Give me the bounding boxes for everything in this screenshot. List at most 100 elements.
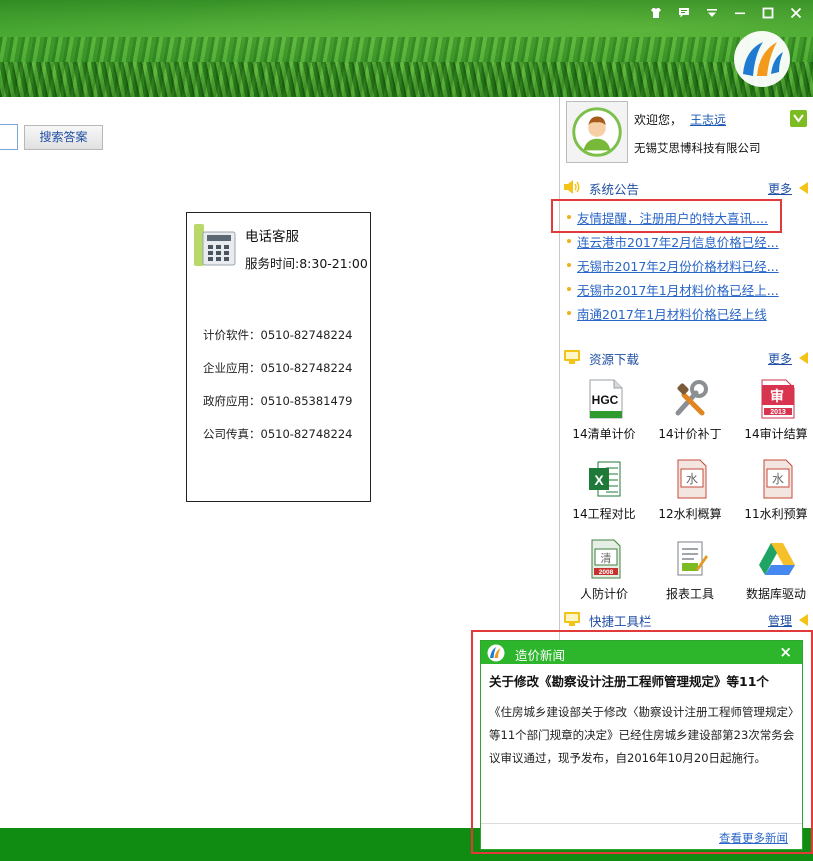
notice-item[interactable]: 无锡市2017年2月份价格材料已经... (560, 255, 813, 275)
minimize-icon[interactable] (731, 4, 749, 22)
notice-item[interactable]: 无锡市2017年1月材料价格已经上... (560, 279, 813, 299)
search-input[interactable] (0, 124, 18, 150)
username-link[interactable]: 王志远 (690, 113, 726, 127)
window-controls (647, 4, 805, 22)
resource-14-bill-pricing[interactable]: HGC 14清单计价 (564, 379, 644, 455)
civil-defense-icon-year: 2008 (599, 569, 614, 576)
service-title: 电话客服 (245, 229, 299, 245)
toolbar-title: 快捷工具栏 (589, 614, 652, 629)
toolbar-section-header: 快捷工具栏 管理 (560, 609, 813, 629)
message-icon[interactable] (675, 4, 693, 22)
resource-label: 14审计结算 (744, 427, 808, 441)
excel-icon: X (589, 461, 621, 497)
chevron-down-icon (793, 114, 804, 123)
notice-more-link[interactable]: 更多 (768, 180, 792, 197)
notice-item[interactable]: 连云港市2017年2月信息价格已经... (560, 231, 813, 251)
hgc-icon: HGC (589, 379, 623, 419)
notice-item-text[interactable]: 南通2017年1月材料价格已经上线 (577, 304, 767, 323)
contact-fax: 公司传真：0510-82748224 (203, 427, 353, 441)
more-news-link[interactable]: 查看更多新闻 (719, 830, 788, 846)
resources-more-link[interactable]: 更多 (768, 350, 792, 367)
resource-label: 12水利概算 (658, 507, 722, 521)
water-icon-text: 水 (772, 472, 784, 486)
audit-icon: 审 2013 (761, 379, 795, 419)
resources-section-header: 资源下载 更多 (560, 347, 813, 367)
close-icon[interactable] (787, 4, 805, 22)
resource-database-driver[interactable]: 数据库驱动 (736, 539, 813, 615)
resource-label: 报表工具 (665, 587, 714, 601)
maximize-icon[interactable] (759, 4, 777, 22)
close-icon[interactable]: × (779, 643, 792, 661)
user-avatar-icon (572, 107, 622, 157)
civil-defense-icon: 清 2008 (591, 539, 621, 579)
contact-government: 政府应用：0510-85381479 (203, 394, 353, 408)
resource-14-audit-settlement[interactable]: 审 2013 14审计结算 (736, 379, 813, 455)
resource-label: 14计价补丁 (658, 427, 722, 441)
bullet-icon (567, 311, 571, 315)
more-arrow-icon (799, 614, 808, 626)
news-body: 《住房城乡建设部关于修改〈勘察设计注册工程师管理规定〉等11个部门规章的决定》已… (489, 705, 795, 765)
welcome-text: 欢迎您， 王志远 (634, 111, 726, 128)
grass-decoration-front (0, 62, 813, 97)
resource-label: 数据库驱动 (745, 587, 806, 601)
monitor-icon (564, 612, 580, 626)
avatar[interactable] (566, 101, 628, 163)
resources-title: 资源下载 (589, 352, 640, 367)
notice-highlight-box (551, 199, 782, 233)
speaker-icon (564, 180, 580, 194)
audit-icon-year: 2013 (770, 409, 786, 416)
excel-icon-text: X (594, 472, 604, 488)
hgc-icon-text: HGC (592, 393, 619, 407)
news-popup: 造价新闻 × 关于修改《勘察设计注册工程师管理规定》等11个 《住房城乡建设部关… (480, 640, 803, 850)
contact-enterprise: 企业应用：0510-82748224 (203, 361, 353, 375)
bullet-icon (567, 239, 571, 243)
notice-section-header: 系统公告 更多 (560, 177, 813, 197)
resource-label: 人防计价 (579, 587, 628, 601)
tools-icon (675, 380, 708, 416)
audit-icon-text: 审 (770, 388, 784, 405)
resource-14-patch[interactable]: 14计价补丁 (650, 379, 730, 455)
popup-title: 造价新闻 (515, 648, 566, 663)
toolbar-manage-link[interactable]: 管理 (768, 612, 792, 629)
popup-footer: 查看更多新闻 (481, 823, 802, 849)
resource-12-water-estimate[interactable]: 水 12水利概算 (650, 459, 730, 535)
brand-logo-icon (734, 31, 790, 87)
menu-icon[interactable] (703, 4, 721, 22)
header-banner (0, 0, 813, 97)
contact-pricing-software: 计价软件：0510-82748224 (203, 328, 353, 342)
notice-item-text[interactable]: 无锡市2017年1月材料价格已经上... (577, 280, 779, 299)
water-icon-text: 水 (686, 472, 698, 486)
monitor-icon (564, 350, 580, 364)
brand-logo-icon (487, 644, 505, 662)
resource-label: 11水利预算 (744, 507, 808, 521)
bullet-icon (567, 287, 571, 291)
user-menu-button[interactable] (790, 110, 807, 127)
more-arrow-icon (799, 352, 808, 364)
bullet-icon (567, 263, 571, 267)
water-icon: 水 (677, 459, 707, 499)
resource-14-project-compare[interactable]: X 14工程对比 (564, 459, 644, 535)
report-icon (677, 541, 708, 576)
notice-title: 系统公告 (589, 182, 640, 197)
resource-label: 14清单计价 (572, 427, 636, 441)
notice-item[interactable]: 南通2017年1月材料价格已经上线 (560, 303, 813, 323)
resource-civil-defense-pricing[interactable]: 清 2008 人防计价 (564, 539, 644, 615)
drive-icon (759, 543, 795, 575)
resource-11-water-budget[interactable]: 水 11水利预算 (736, 459, 813, 535)
skin-icon[interactable] (647, 4, 665, 22)
civil-defense-icon-text: 清 (601, 552, 612, 565)
water-icon: 水 (763, 459, 793, 499)
resource-report-tool[interactable]: 报表工具 (650, 539, 730, 615)
more-arrow-icon (799, 182, 808, 194)
service-hours: 服务时间:8:30-21:00 (245, 256, 368, 271)
popup-header: 造价新闻 × (481, 641, 802, 664)
notice-item-text[interactable]: 连云港市2017年2月信息价格已经... (577, 232, 779, 251)
news-headline[interactable]: 关于修改《勘察设计注册工程师管理规定》等11个 (489, 671, 799, 690)
resource-label: 14工程对比 (572, 507, 636, 521)
company-name: 无锡艾思博科技有限公司 (634, 141, 761, 155)
customer-service-box: 电话客服 服务时间:8:30-21:00 计价软件：0510-82748224 … (186, 212, 371, 502)
welcome-label: 欢迎您， (634, 113, 683, 127)
telephone-icon (194, 224, 236, 266)
search-answer-button[interactable]: 搜索答案 (24, 125, 103, 150)
notice-item-text[interactable]: 无锡市2017年2月份价格材料已经... (577, 256, 779, 275)
